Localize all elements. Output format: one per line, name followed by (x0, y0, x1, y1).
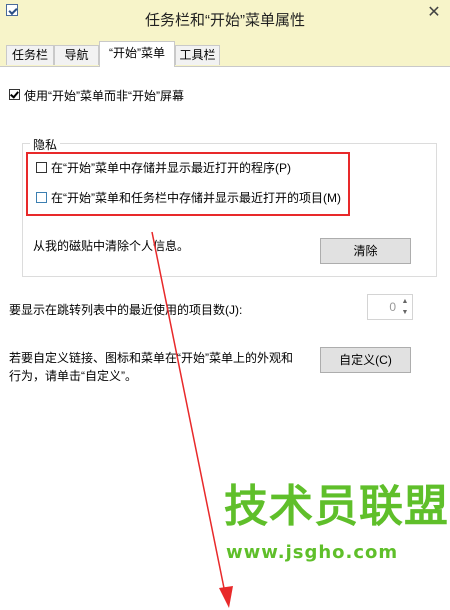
window-title: 任务栏和“开始”菜单属性 (145, 12, 305, 29)
jump-list-count-spinner[interactable]: 0 ▲ ▼ (367, 294, 413, 320)
store-recent-programs-label[interactable]: 在“开始”菜单中存储并显示最近打开的程序(P) (51, 159, 291, 176)
customize-button[interactable]: 自定义(C) (320, 347, 411, 373)
spinner-down-icon[interactable]: ▼ (399, 307, 411, 318)
use-start-menu-checkbox[interactable] (9, 89, 20, 100)
title-bar: 任务栏和“开始”菜单属性 ✕ (0, 0, 450, 38)
close-button[interactable]: ✕ (424, 2, 444, 24)
customize-text-line1: 若要自定义链接、图标和菜单在“开始”菜单上的外观和 (9, 351, 293, 365)
spinner-up-icon[interactable]: ▲ (399, 296, 411, 307)
tab-toolbars[interactable]: 工具栏 (175, 45, 220, 65)
tab-navigation[interactable]: 导航 (54, 45, 99, 65)
store-recent-items-label[interactable]: 在“开始”菜单和任务栏中存储并显示最近打开的项目(M) (51, 189, 341, 206)
watermark: 技术员联盟 www.jsgho.com (220, 470, 448, 605)
store-recent-programs-checkbox[interactable] (36, 162, 47, 173)
privacy-group-title: 隐私 (30, 136, 61, 153)
customize-text-line2: 行为，请单击“自定义”。 (9, 369, 137, 383)
clear-info-text: 从我的磁贴中清除个人信息。 (33, 239, 190, 253)
store-recent-items-checkbox[interactable] (36, 192, 47, 203)
use-start-menu-label[interactable]: 使用“开始”菜单而非“开始”屏幕 (24, 87, 184, 104)
watermark-text: 技术员联盟 (224, 481, 449, 532)
watermark-url: www.jsgho.com (226, 542, 399, 563)
jump-list-count-value[interactable]: 0 (368, 295, 396, 319)
jump-list-label: 要显示在跳转列表中的最近使用的项目数(J): (9, 303, 243, 317)
tab-taskbar[interactable]: 任务栏 (6, 45, 54, 65)
tab-start-menu[interactable]: “开始”菜单 (99, 41, 175, 67)
clear-button[interactable]: 清除 (320, 238, 411, 264)
tab-strip: 任务栏 导航 “开始”菜单 工具栏 (0, 38, 450, 67)
